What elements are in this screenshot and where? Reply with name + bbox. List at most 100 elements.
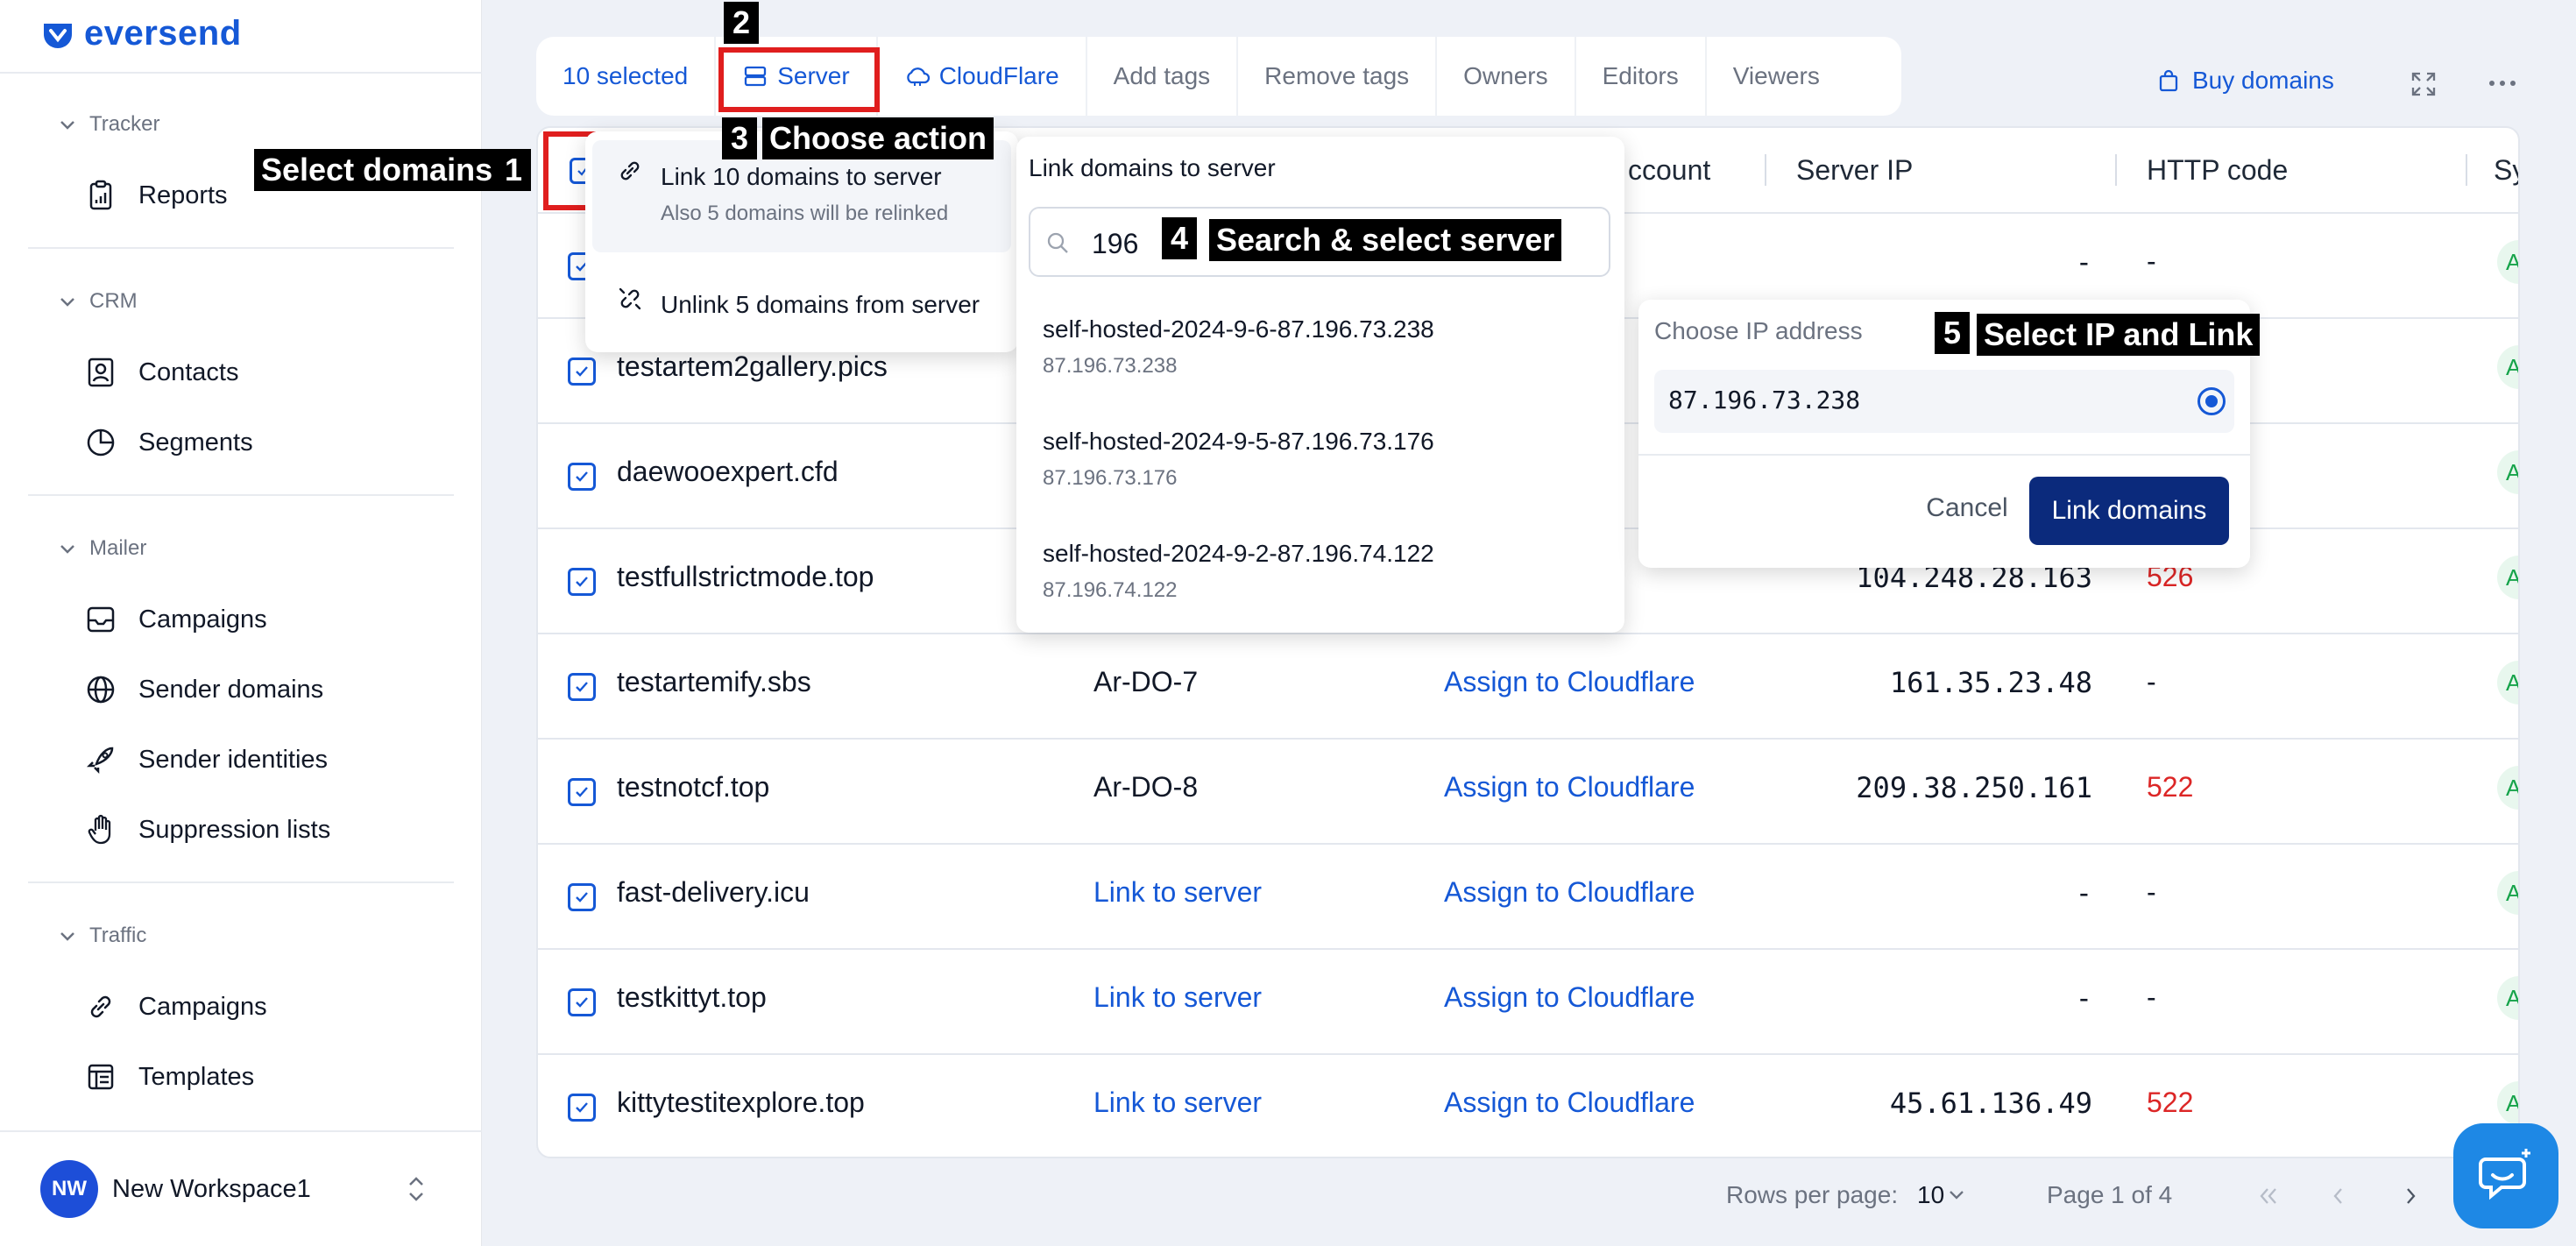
sidebar-item-label: Segments	[138, 428, 253, 457]
sidebar-item-label: Reports	[138, 181, 228, 209]
row-checkbox[interactable]	[568, 673, 596, 701]
status-letter: A	[2506, 1090, 2520, 1116]
support-chat-button[interactable]	[2453, 1123, 2558, 1228]
column-server-ip[interactable]: Server IP	[1796, 154, 1913, 187]
link-to-server-link[interactable]: Link to server	[1093, 876, 1262, 909]
first-page-icon[interactable]	[2255, 1183, 2282, 1209]
section-traffic[interactable]: Traffic	[58, 924, 146, 948]
row-checkbox[interactable]	[568, 358, 596, 386]
expand-icon[interactable]	[2408, 68, 2439, 100]
previous-page-icon[interactable]	[2325, 1183, 2352, 1209]
assign-cloudflare-link[interactable]: Assign to Cloudflare	[1444, 771, 1695, 804]
check-icon	[576, 1102, 588, 1113]
section-title: CRM	[89, 289, 138, 313]
table-row[interactable]: testartemify.sbs Ar-DO-7 Assign to Cloudfl…	[538, 634, 2518, 740]
chevron-down-icon[interactable]	[1947, 1188, 1966, 1202]
check-icon	[576, 471, 588, 482]
server-name: Ar-DO-8	[1093, 771, 1199, 803]
chevron-down-icon	[60, 121, 74, 130]
assign-cloudflare-link[interactable]: Assign to Cloudflare	[1444, 1087, 1695, 1119]
cloudflare-button-label: CloudFlare	[938, 62, 1059, 89]
sidebar-item-contacts[interactable]: Contacts	[84, 356, 238, 389]
link-to-server-link[interactable]: Link to server	[1093, 1087, 1262, 1119]
status-letter: A	[2506, 985, 2520, 1011]
server-option-name[interactable]: self-hosted-2024-9-6-87.196.73.238	[1043, 315, 1434, 343]
assign-cloudflare-link[interactable]: Assign to Cloudflare	[1444, 666, 1695, 698]
server-option-ip: 87.196.73.176	[1043, 466, 1178, 490]
sidebar-item-label: Campaigns	[138, 992, 267, 1021]
annotation-step4-label: Search & select server	[1209, 219, 1562, 261]
viewers-button[interactable]: Viewers	[1707, 37, 1846, 116]
workspace-switcher[interactable]: NW New Workspace1	[40, 1160, 311, 1218]
owners-button[interactable]: Owners	[1437, 37, 1576, 116]
sidebar-item-traffic-campaigns[interactable]: Campaigns	[84, 990, 267, 1023]
table-row[interactable]: testkittyt.top Link to server Assign to Cl…	[538, 950, 2520, 1055]
row-checkbox[interactable]	[568, 568, 596, 596]
column-account[interactable]: ccount	[1628, 154, 1710, 187]
sidebar-item-reports[interactable]: Reports	[84, 179, 228, 212]
sidebar-item-campaigns[interactable]: Campaigns	[84, 603, 267, 636]
section-tracker[interactable]: Tracker	[58, 112, 159, 137]
server-ip: -	[2075, 876, 2092, 910]
section-mailer[interactable]: Mailer	[58, 536, 146, 561]
selected-count[interactable]: 10 selected	[536, 37, 717, 116]
server-option-name[interactable]: self-hosted-2024-9-2-87.196.74.122	[1043, 540, 1434, 568]
divider	[28, 494, 454, 496]
table-row[interactable]: fast-delivery.icu Link to server Assign to…	[538, 845, 2518, 950]
status-letter: A	[2506, 354, 2520, 380]
sidebar-item-sender-identities[interactable]: Sender identities	[84, 743, 328, 776]
assign-cloudflare-link[interactable]: Assign to Cloudflare	[1444, 876, 1695, 909]
cloudflare-button[interactable]: CloudFlare	[878, 37, 1087, 116]
remove-tags-button[interactable]: Remove tags	[1238, 37, 1438, 116]
more-options-icon[interactable]	[2485, 70, 2520, 96]
link-icon	[90, 995, 111, 1018]
row-checkbox[interactable]	[568, 778, 596, 806]
chevron-down-icon	[60, 932, 74, 941]
ip-option[interactable]: 87.196.73.238	[1654, 370, 2234, 433]
buy-domains-button[interactable]: Buy domains	[2155, 67, 2334, 95]
sidebar-item-label: Campaigns	[138, 605, 267, 634]
server-menu-title: Link domains to server	[1029, 154, 1276, 181]
menu-item-link-subtitle: Also 5 domains will be relinked	[661, 202, 949, 225]
status-badge: A	[2497, 871, 2518, 915]
row-checkbox[interactable]	[568, 463, 596, 491]
status-letter: A	[2506, 249, 2520, 275]
domain-name: testnotcf.top	[617, 771, 770, 803]
row-checkbox[interactable]	[568, 988, 596, 1016]
sidebar-item-templates[interactable]: Templates	[84, 1060, 254, 1094]
menu-item-link-title[interactable]: Link 10 domains to server	[661, 163, 942, 191]
brand-logo[interactable]: eversend	[40, 14, 242, 53]
sidebar-item-suppression-lists[interactable]: Suppression lists	[84, 813, 330, 846]
http-code: 522	[2147, 1087, 2194, 1118]
row-checkbox[interactable]	[568, 1094, 596, 1122]
link-to-server-link[interactable]: Link to server	[1093, 981, 1262, 1014]
eversend-logo-icon	[44, 23, 72, 48]
column-status[interactable]: Sy	[2494, 154, 2518, 187]
link-domains-button[interactable]: Link domains	[2029, 477, 2229, 545]
chevron-up-down-icon[interactable]	[403, 1171, 429, 1207]
editors-button[interactable]: Editors	[1576, 37, 1707, 116]
status-letter: A	[2506, 459, 2520, 485]
cancel-button[interactable]: Cancel	[1901, 475, 2033, 542]
assign-cloudflare-link[interactable]: Assign to Cloudflare	[1444, 981, 1695, 1014]
column-http-code[interactable]: HTTP code	[2147, 154, 2288, 187]
sidebar-item-sender-domains[interactable]: Sender domains	[84, 673, 323, 706]
status-badge: A	[2497, 240, 2520, 284]
rows-per-page-select[interactable]: 10	[1917, 1181, 1944, 1209]
menu-item-unlink-domains[interactable]: Unlink 5 domains from server	[661, 291, 980, 319]
server-ip: 209.38.250.161	[1856, 771, 2092, 804]
server-option-name[interactable]: self-hosted-2024-9-5-87.196.73.176	[1043, 428, 1434, 456]
table-row[interactable]: kittytestitexplore.top Link to server Assi…	[538, 1055, 2520, 1157]
row-checkbox[interactable]	[568, 883, 596, 911]
sidebar-item-label: Sender domains	[138, 675, 324, 704]
server-search-menu: Link domains to server self-hosted-2024-…	[1016, 137, 1624, 633]
section-crm[interactable]: CRM	[58, 289, 138, 314]
next-page-icon[interactable]	[2397, 1183, 2424, 1209]
table-row[interactable]: testnotcf.top Ar-DO-8 Assign to Cloudflare…	[538, 740, 2518, 845]
search-icon	[1047, 232, 1068, 253]
add-tags-button[interactable]: Add tags	[1087, 37, 1239, 116]
highlight-server-button	[718, 47, 880, 112]
ip-radio-selected[interactable]	[2197, 387, 2226, 415]
server-action-menu: Link 10 domains to server Also 5 domains…	[585, 131, 1018, 352]
sidebar-item-segments[interactable]: Segments	[84, 426, 253, 459]
